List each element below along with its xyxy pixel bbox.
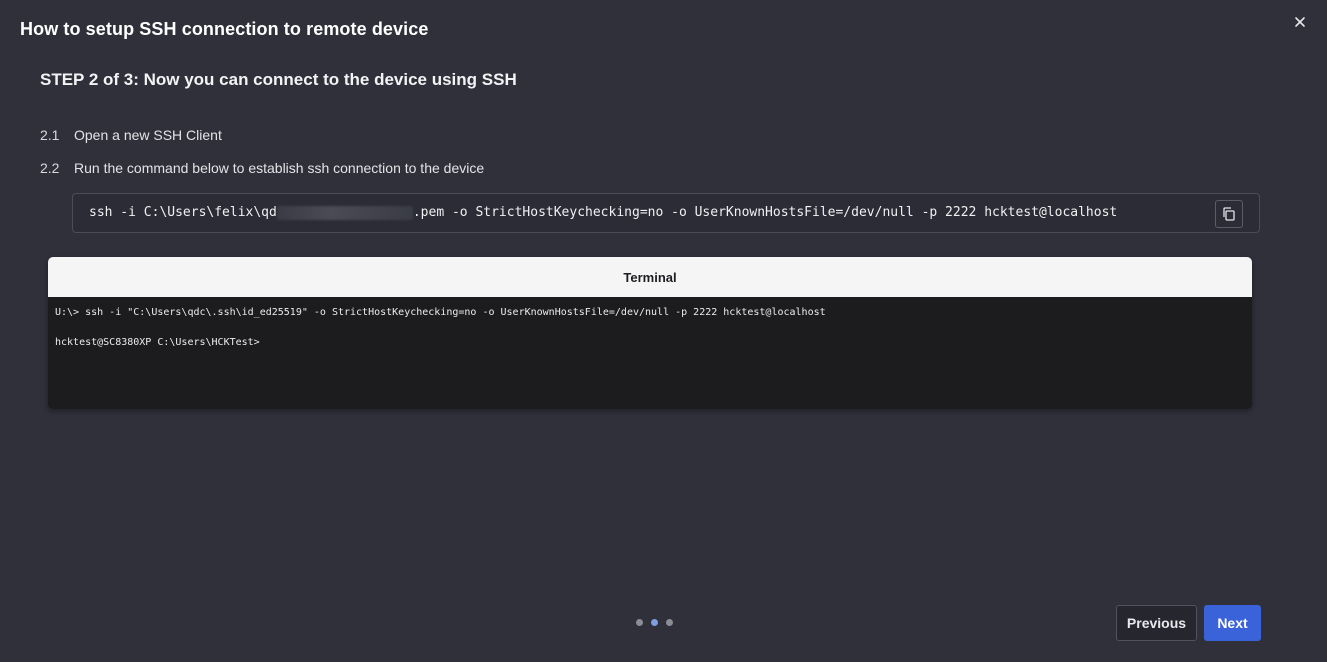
close-button[interactable] (1291, 13, 1309, 31)
ssh-command-prefix: ssh -i C:\Users\felix\qd (89, 205, 277, 220)
command-box: ssh -i C:\Users\felix\qd .pem -o StrictH… (72, 193, 1260, 233)
pager-dot-active (651, 619, 658, 626)
pager-dot (666, 619, 673, 626)
ssh-setup-dialog: How to setup SSH connection to remote de… (0, 0, 1327, 662)
step-item-text: Run the command below to establish ssh c… (74, 160, 485, 176)
dialog-title: How to setup SSH connection to remote de… (20, 19, 429, 39)
terminal-line: U:\> ssh -i "C:\Users\qdc\.ssh\id_ed2551… (55, 307, 826, 318)
close-icon (1295, 17, 1305, 27)
copy-button[interactable] (1215, 200, 1243, 228)
step-item-text: Open a new SSH Client (74, 127, 222, 143)
terminal-title: Terminal (48, 257, 1252, 297)
copy-icon (1223, 207, 1235, 221)
next-button[interactable]: Next (1204, 605, 1261, 641)
step-heading: STEP 2 of 3: Now you can connect to the … (40, 70, 517, 89)
previous-button[interactable]: Previous (1116, 605, 1197, 641)
terminal-preview: Terminal U:\> ssh -i "C:\Users\qdc\.ssh\… (48, 257, 1252, 409)
step-item-number: 2.2 (40, 160, 60, 176)
step-item: 2.1 Open a new SSH Client (40, 127, 222, 143)
ssh-command-suffix: .pem -o StrictHostKeychecking=no -o User… (412, 205, 1118, 220)
redacted-filename (276, 205, 413, 220)
ssh-command[interactable]: ssh -i C:\Users\felix\qd .pem -o StrictH… (89, 205, 1117, 220)
terminal-line: hcktest@SC8380XP C:\Users\HCKTest> (55, 337, 260, 348)
pager-dot (636, 619, 643, 626)
step-item: 2.2 Run the command below to establish s… (40, 160, 484, 176)
step-item-number: 2.1 (40, 127, 60, 143)
step-pager (636, 619, 673, 626)
terminal-body: U:\> ssh -i "C:\Users\qdc\.ssh\id_ed2551… (48, 297, 1252, 409)
